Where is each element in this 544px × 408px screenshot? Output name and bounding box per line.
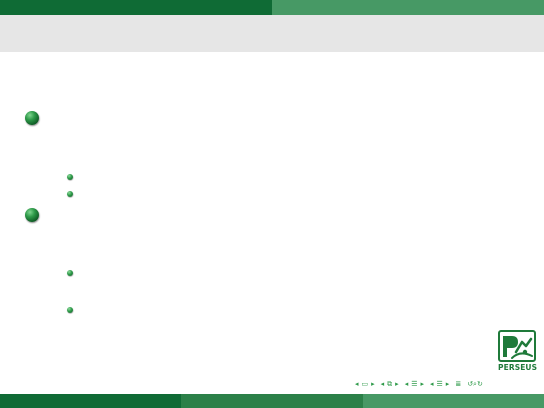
nav-prev-icon[interactable]: ◂: [430, 378, 434, 390]
header-bar-right: [272, 0, 544, 15]
sub-bullet-ball-icon: [67, 307, 73, 313]
frame-title-bar: [0, 15, 544, 52]
sub-bullet-ball-icon: [67, 191, 73, 197]
footer-bar-left: [0, 394, 181, 408]
header-bar: [0, 0, 544, 15]
footer-bar: [0, 394, 544, 408]
nav-frame-icon[interactable]: ▭: [362, 378, 369, 390]
bullet-ball-icon: [25, 208, 39, 222]
nav-section-icon[interactable]: ⧉: [387, 378, 392, 390]
nav-next-icon[interactable]: ▸: [420, 378, 424, 390]
slide-content: [0, 52, 544, 382]
nav-subsection-icon[interactable]: ☰: [411, 378, 417, 390]
sub-bullet-ball-icon: [67, 270, 73, 276]
nav-outline-icon[interactable]: ≣: [455, 378, 461, 390]
navigation-symbols: ◂ ▭ ▸ ◂ ⧉ ▸ ◂ ☰ ▸ ◂ ☰ ▸ ≣ ↺⌕↻: [355, 378, 486, 390]
nav-prev-icon[interactable]: ◂: [381, 378, 385, 390]
sub-bullet-ball-icon: [67, 174, 73, 180]
bullet-ball-icon: [25, 111, 39, 125]
nav-search-icon[interactable]: ↺⌕↻: [467, 378, 483, 390]
nav-prev-icon[interactable]: ◂: [355, 378, 359, 390]
nav-subsubsection-icon[interactable]: ☰: [437, 378, 443, 390]
header-bar-left: [0, 0, 272, 15]
nav-prev-icon[interactable]: ◂: [405, 378, 409, 390]
logo-label: PERSEUS: [498, 363, 538, 372]
footer-bar-middle: [181, 394, 363, 408]
nav-next-icon[interactable]: ▸: [446, 378, 450, 390]
nav-next-icon[interactable]: ▸: [395, 378, 399, 390]
nav-next-icon[interactable]: ▸: [371, 378, 375, 390]
footer-bar-right: [363, 394, 544, 408]
